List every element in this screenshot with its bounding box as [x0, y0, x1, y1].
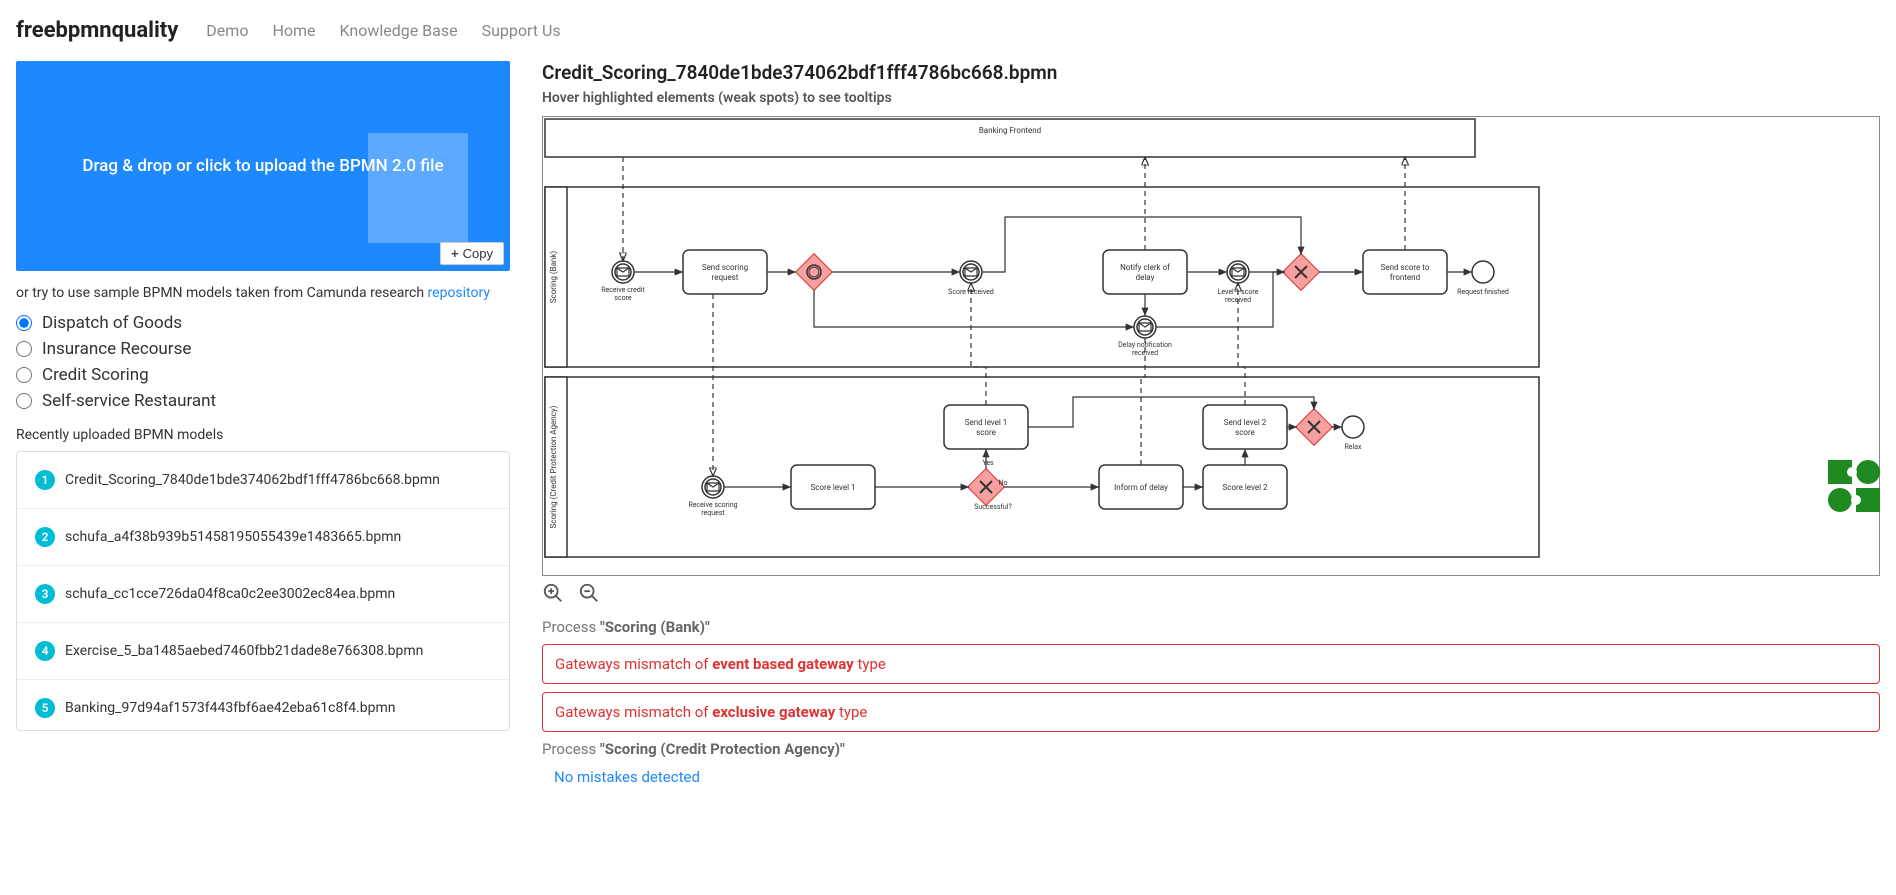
- ok-box: No mistakes detected: [542, 766, 1880, 788]
- radio-insurance[interactable]: Insurance Recourse: [16, 339, 510, 359]
- svg-text:frontend: frontend: [1390, 273, 1420, 282]
- svg-text:Banking Frontend: Banking Frontend: [979, 126, 1041, 135]
- recent-item[interactable]: 3schufa_cc1cce726da04f8ca0c2ee3002ec84ea…: [17, 566, 509, 623]
- svg-text:Scoring (Bank): Scoring (Bank): [549, 251, 558, 304]
- sample-text: or try to use sample BPMN models taken f…: [16, 285, 510, 301]
- zoom-in-icon[interactable]: [542, 582, 564, 604]
- recent-item[interactable]: 2schufa_a4f38b939b51458195055439e1483665…: [17, 509, 509, 566]
- repository-link[interactable]: repository: [428, 285, 490, 301]
- svg-text:score: score: [976, 428, 996, 437]
- recent-item[interactable]: 5Banking_97d94af1573f443fbf6ae42eba61c8f…: [17, 680, 509, 731]
- svg-text:Score level 1: Score level 1: [811, 483, 856, 492]
- svg-text:Send score to: Send score to: [1381, 263, 1430, 272]
- svg-text:Scoring (Credit Protection Age: Scoring (Credit Protection Agency): [549, 405, 558, 528]
- recent-label: Recently uploaded BPMN models: [16, 427, 510, 443]
- process-2-label: Process "Scoring (Credit Protection Agen…: [542, 740, 1880, 758]
- process-1-label: Process "Scoring (Bank)": [542, 618, 1880, 636]
- bpmn-diagram[interactable]: Banking Frontend Scoring (Bank) Scoring …: [542, 116, 1880, 576]
- upload-dropzone[interactable]: Drag & drop or click to upload the BPMN …: [16, 61, 510, 271]
- radio-credit[interactable]: Credit Scoring: [16, 365, 510, 385]
- puzzle-icon[interactable]: [1828, 460, 1880, 512]
- svg-text:request: request: [712, 273, 739, 282]
- radio-restaurant[interactable]: Self-service Restaurant: [16, 391, 510, 411]
- tooltip-hint: Hover highlighted elements (weak spots) …: [542, 90, 1880, 106]
- nav-kb[interactable]: Knowledge Base: [340, 21, 458, 40]
- file-title: Credit_Scoring_7840de1bde374062bdf1fff47…: [542, 61, 1880, 84]
- svg-text:score: score: [614, 294, 632, 302]
- error-box[interactable]: Gateways mismatch of exclusive gateway t…: [542, 692, 1880, 732]
- svg-text:Receive credit: Receive credit: [601, 286, 645, 294]
- nav-home[interactable]: Home: [272, 21, 315, 40]
- svg-text:Inform of delay: Inform of delay: [1114, 483, 1168, 492]
- zoom-out-icon[interactable]: [578, 582, 600, 604]
- svg-text:delay: delay: [1136, 273, 1155, 282]
- svg-text:Send level 2: Send level 2: [1224, 418, 1267, 427]
- svg-text:request: request: [701, 509, 725, 517]
- brand[interactable]: freebpmnquality: [16, 18, 178, 43]
- svg-text:Successful?: Successful?: [974, 503, 1012, 511]
- svg-text:Send scoring: Send scoring: [702, 263, 748, 272]
- nav-demo[interactable]: Demo: [206, 21, 248, 40]
- svg-text:Notify clerk of: Notify clerk of: [1120, 263, 1170, 272]
- recent-item[interactable]: 1Credit_Scoring_7840de1bde374062bdf1fff4…: [17, 452, 509, 509]
- nav-support[interactable]: Support Us: [482, 21, 561, 40]
- copy-button[interactable]: Copy: [440, 242, 504, 265]
- recent-list[interactable]: 1Credit_Scoring_7840de1bde374062bdf1fff4…: [16, 451, 510, 731]
- svg-text:Relax: Relax: [1344, 443, 1362, 451]
- svg-text:No: No: [999, 479, 1008, 487]
- svg-text:Yes: Yes: [982, 459, 994, 467]
- dropzone-placeholder: [368, 133, 468, 243]
- svg-text:Request finished: Request finished: [1457, 288, 1509, 296]
- sample-radio-list: Dispatch of Goods Insurance Recourse Cre…: [16, 313, 510, 411]
- error-box[interactable]: Gateways mismatch of event based gateway…: [542, 644, 1880, 684]
- svg-text:Score level 2: Score level 2: [1223, 483, 1268, 492]
- radio-dispatch[interactable]: Dispatch of Goods: [16, 313, 510, 333]
- recent-item[interactable]: 4Exercise_5_ba1485aebed7460fbb21dade8e76…: [17, 623, 509, 680]
- svg-text:Receive scoring: Receive scoring: [688, 501, 737, 509]
- svg-text:score: score: [1235, 428, 1255, 437]
- svg-text:Send level 1: Send level 1: [965, 418, 1008, 427]
